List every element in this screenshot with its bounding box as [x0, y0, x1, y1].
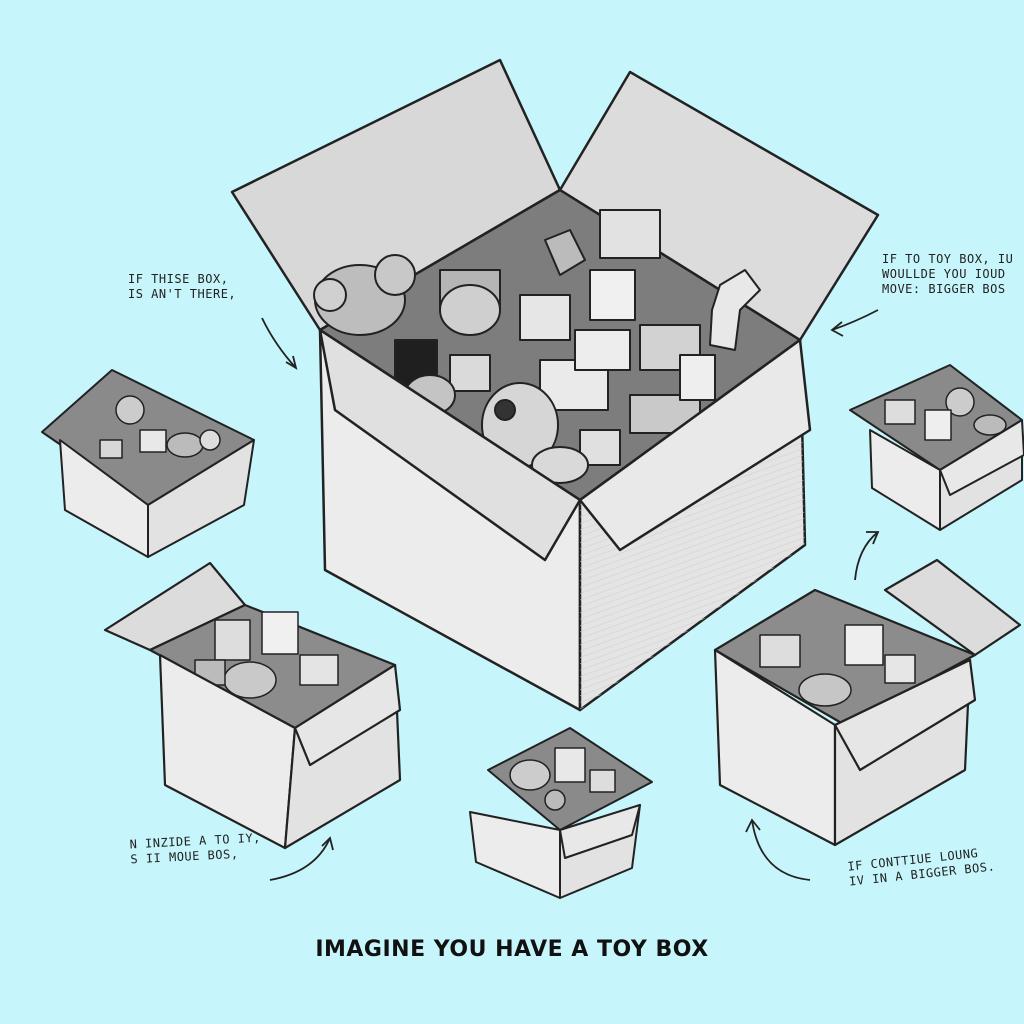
annotation-line: MOVE: BIGGER BOS — [882, 282, 1006, 296]
annotation-top-right: IF TO TOY BOX, IU WOULLDE YOU IOUD MOVE:… — [882, 252, 1013, 297]
caption-title: IMAGINE YOU HAVE A TOY BOX — [315, 937, 709, 962]
annotation-line: WOULLDE YOU IOUD — [882, 267, 1006, 281]
box-bottom-right — [713, 558, 1022, 847]
small-box-top-right — [849, 364, 1024, 531]
arrow-top-right — [830, 309, 879, 337]
arrow-right-curve — [854, 531, 880, 581]
arrow-bottom-right — [745, 818, 811, 881]
small-box-top-left — [41, 369, 255, 558]
box-bottom-center — [469, 727, 653, 899]
arrow-top-left — [261, 317, 298, 370]
annotation-top-left: IF THISE BOX, IS AN'T THERE, — [128, 272, 236, 302]
box-bottom-left — [103, 561, 402, 850]
annotation-line: IS AN'T THERE, — [128, 287, 237, 301]
annotation-line: IF TO TOY BOX, IU — [882, 252, 1014, 266]
annotation-line: IF THISE BOX, — [128, 272, 229, 286]
